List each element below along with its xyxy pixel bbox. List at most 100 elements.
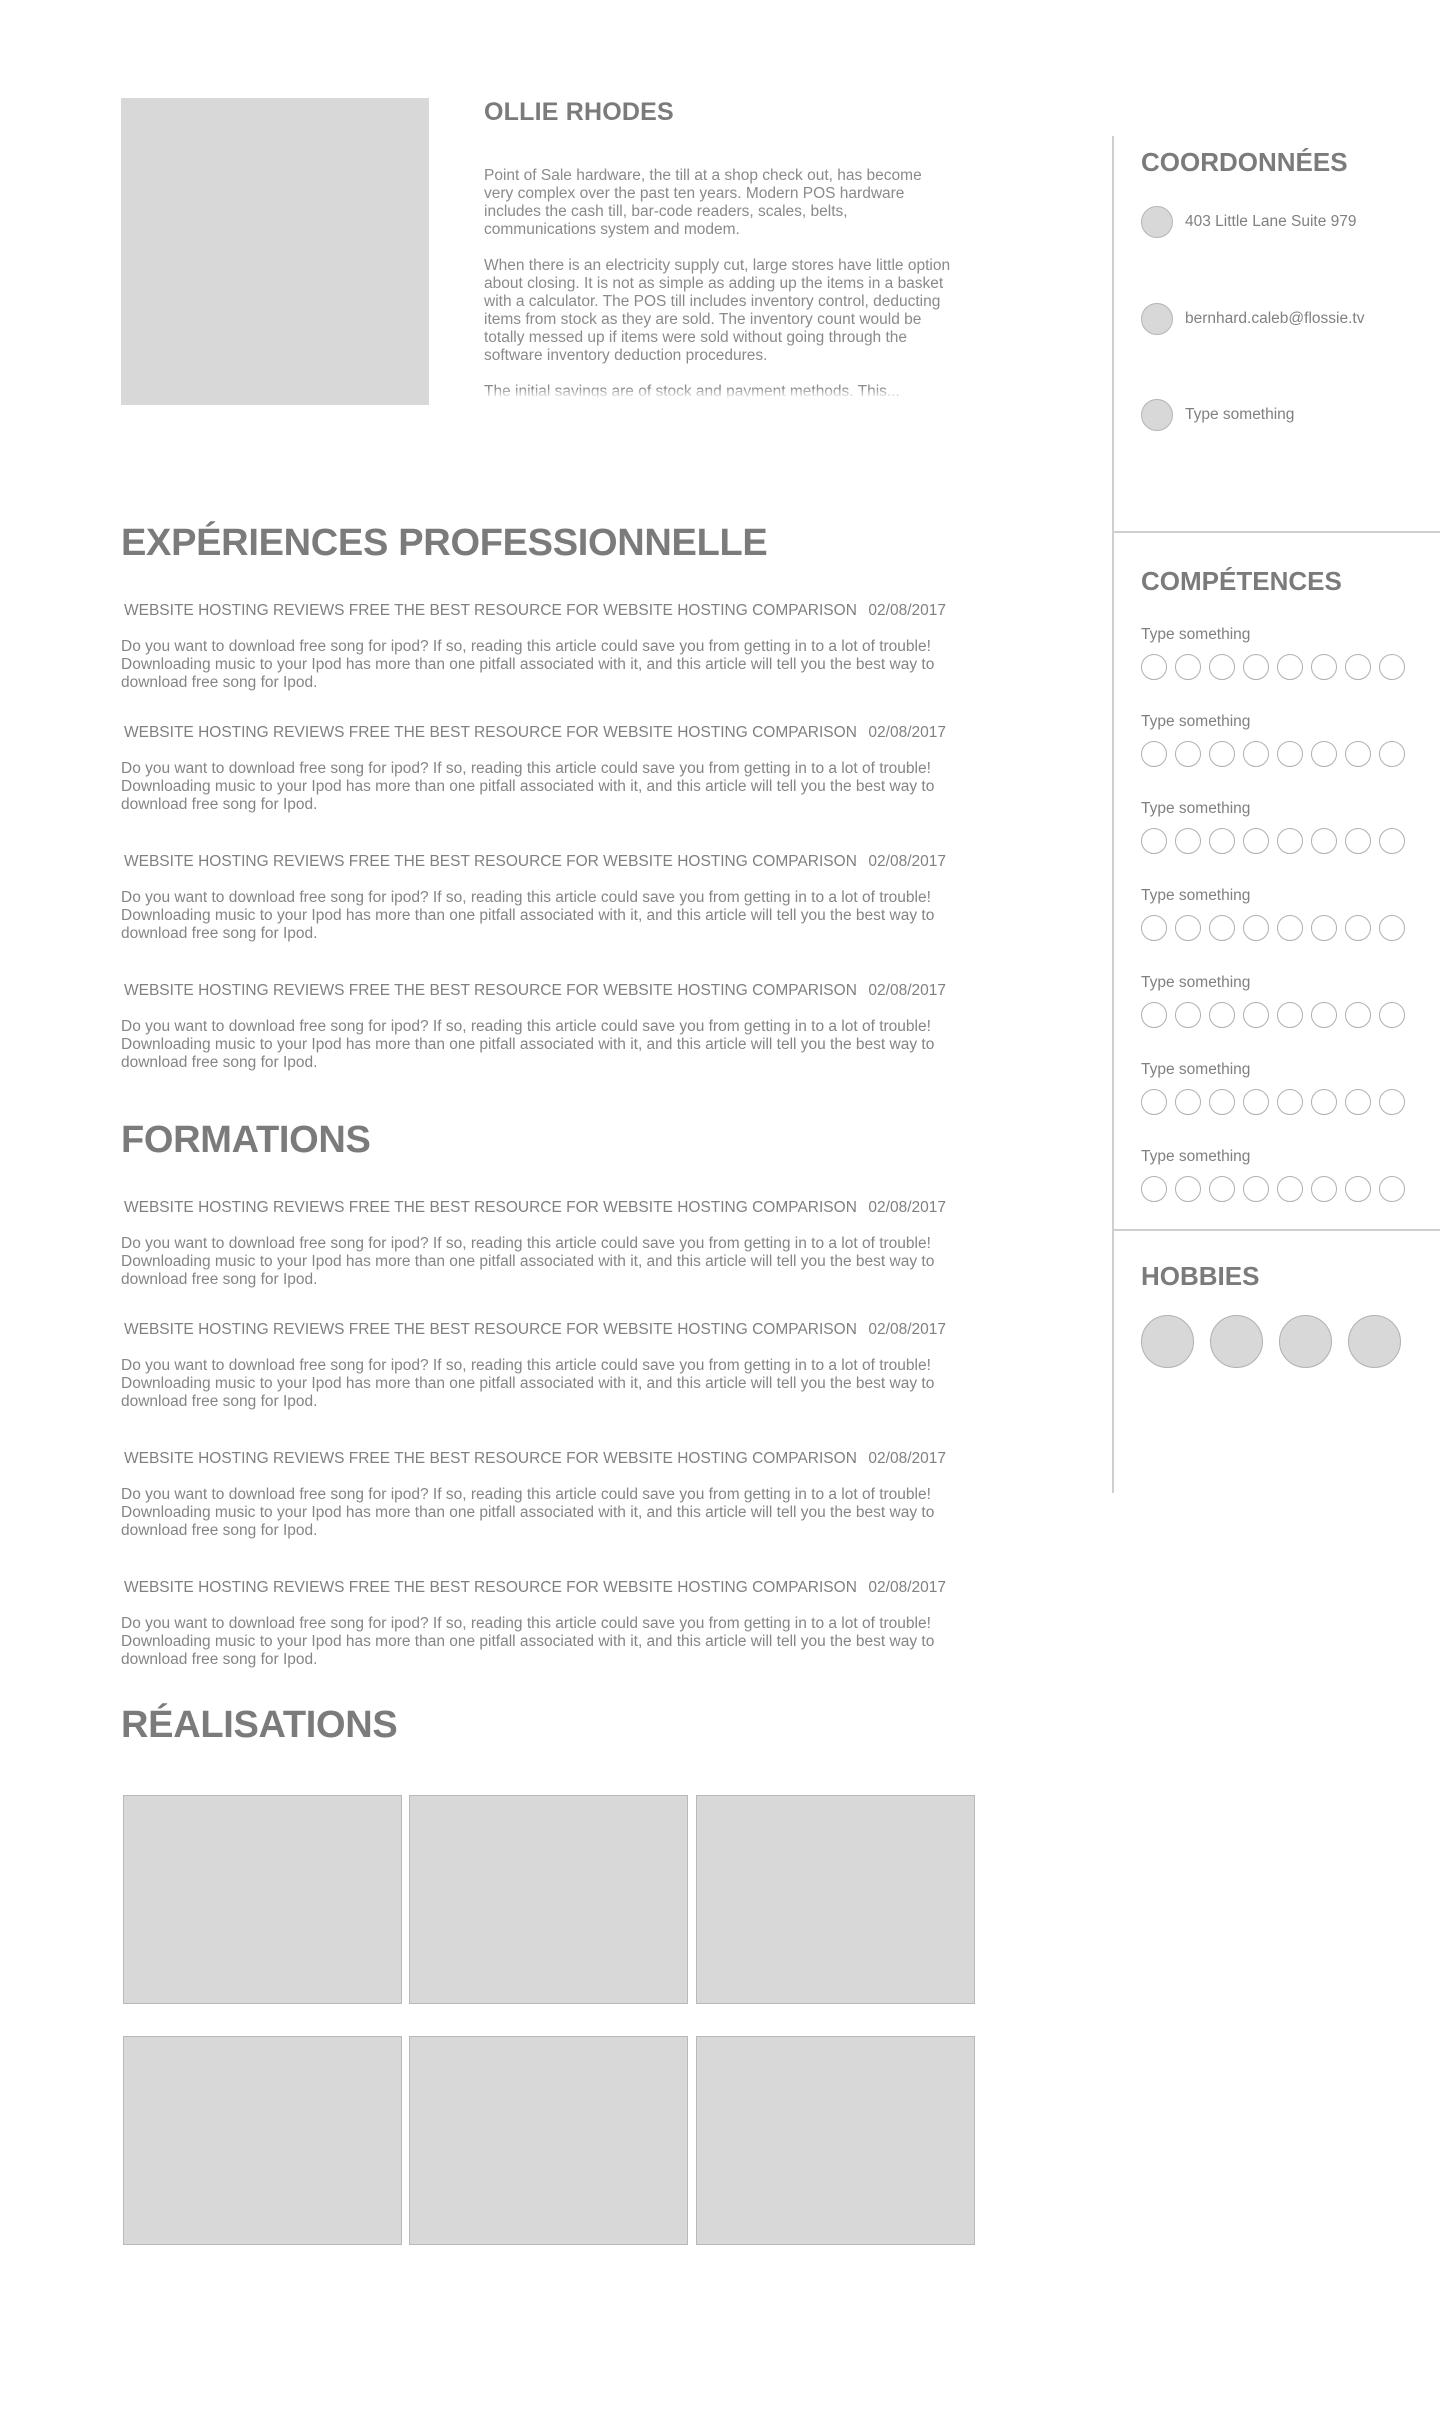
skill-level-dot[interactable] <box>1243 1002 1269 1028</box>
skill-level-dot[interactable] <box>1379 741 1405 767</box>
skill-level-dot[interactable] <box>1379 915 1405 941</box>
skill-level-dot[interactable] <box>1175 1002 1201 1028</box>
skill-level-dot[interactable] <box>1209 654 1235 680</box>
contact-title: COORDONNÉES <box>1141 147 1348 177</box>
skill-level-dot[interactable] <box>1209 1089 1235 1115</box>
skill-label: Type something <box>1141 974 1251 991</box>
skill-level-dot[interactable] <box>1379 828 1405 854</box>
skill-level-dot[interactable] <box>1175 1089 1201 1115</box>
skill-level-dot[interactable] <box>1243 915 1269 941</box>
profile-name: OLLIE RHODES <box>484 98 674 126</box>
skill-label: Type something <box>1141 626 1251 643</box>
skill-level-dot[interactable] <box>1243 741 1269 767</box>
skill-level-dot[interactable] <box>1141 654 1167 680</box>
hobby-icon[interactable] <box>1141 1315 1194 1368</box>
skill-level-dot[interactable] <box>1141 741 1167 767</box>
hobby-icon[interactable] <box>1210 1315 1263 1368</box>
entry-date: 02/08/2017 <box>868 1450 946 1467</box>
skill-level-dot[interactable] <box>1345 828 1371 854</box>
skill-level-dot[interactable] <box>1209 828 1235 854</box>
skill-level-dot[interactable] <box>1175 741 1201 767</box>
skill-level-dot[interactable] <box>1311 828 1337 854</box>
achievement-image[interactable] <box>123 1795 402 2004</box>
skill-level-dot[interactable] <box>1311 654 1337 680</box>
skill-level-dot[interactable] <box>1209 1002 1235 1028</box>
entry-date: 02/08/2017 <box>868 1321 946 1338</box>
summary-fade <box>484 389 954 403</box>
skill-level-dot[interactable] <box>1379 654 1405 680</box>
skill-level-dot[interactable] <box>1311 741 1337 767</box>
skill-level-dot[interactable] <box>1243 1089 1269 1115</box>
education-entry: WEBSITE HOSTING REVIEWS FREE THE BEST RE… <box>121 1450 971 1540</box>
hobbies-list <box>1141 1315 1401 1368</box>
skill-level-dot[interactable] <box>1345 1002 1371 1028</box>
skill-level-dot[interactable] <box>1277 1176 1303 1202</box>
skill-level-dot[interactable] <box>1175 915 1201 941</box>
skill-level-dot[interactable] <box>1379 1002 1405 1028</box>
skill-level-dot[interactable] <box>1311 1002 1337 1028</box>
skill-level-dot[interactable] <box>1209 1176 1235 1202</box>
skill-item: Type something <box>1141 800 1413 854</box>
skill-rating[interactable] <box>1141 915 1413 941</box>
skill-rating[interactable] <box>1141 1176 1413 1202</box>
skill-level-dot[interactable] <box>1311 915 1337 941</box>
skill-level-dot[interactable] <box>1277 1089 1303 1115</box>
skill-level-dot[interactable] <box>1243 654 1269 680</box>
skill-level-dot[interactable] <box>1141 915 1167 941</box>
skill-level-dot[interactable] <box>1277 741 1303 767</box>
skill-level-dot[interactable] <box>1379 1176 1405 1202</box>
skill-level-dot[interactable] <box>1209 915 1235 941</box>
profile-summary: Point of Sale hardware, the till at a sh… <box>484 167 954 403</box>
skill-level-dot[interactable] <box>1311 1089 1337 1115</box>
contact-icon <box>1141 399 1173 431</box>
skill-level-dot[interactable] <box>1243 828 1269 854</box>
achievement-image[interactable] <box>409 2036 688 2245</box>
skill-level-dot[interactable] <box>1243 1176 1269 1202</box>
skill-level-dot[interactable] <box>1175 828 1201 854</box>
skill-rating[interactable] <box>1141 828 1413 854</box>
skill-level-dot[interactable] <box>1277 1002 1303 1028</box>
skill-level-dot[interactable] <box>1277 915 1303 941</box>
skill-rating[interactable] <box>1141 654 1413 680</box>
entry-date: 02/08/2017 <box>868 602 946 619</box>
skill-level-dot[interactable] <box>1141 1089 1167 1115</box>
skill-level-dot[interactable] <box>1379 1089 1405 1115</box>
entry-body: Do you want to download free song for ip… <box>121 638 935 691</box>
skill-level-dot[interactable] <box>1141 1002 1167 1028</box>
skill-rating[interactable] <box>1141 741 1413 767</box>
education-entry: WEBSITE HOSTING REVIEWS FREE THE BEST RE… <box>121 1321 971 1411</box>
skill-level-dot[interactable] <box>1175 654 1201 680</box>
hobby-icon[interactable] <box>1348 1315 1401 1368</box>
skill-level-dot[interactable] <box>1345 654 1371 680</box>
skill-level-dot[interactable] <box>1141 828 1167 854</box>
skill-rating[interactable] <box>1141 1002 1413 1028</box>
skill-level-dot[interactable] <box>1345 1176 1371 1202</box>
skill-level-dot[interactable] <box>1345 1089 1371 1115</box>
hobby-icon[interactable] <box>1279 1315 1332 1368</box>
achievement-image[interactable] <box>123 2036 402 2245</box>
skill-level-dot[interactable] <box>1345 741 1371 767</box>
achievement-image[interactable] <box>696 2036 975 2245</box>
skill-rating[interactable] <box>1141 1089 1413 1115</box>
skill-level-dot[interactable] <box>1141 1176 1167 1202</box>
skill-item: Type something <box>1141 626 1413 680</box>
skill-level-dot[interactable] <box>1345 915 1371 941</box>
achievement-image[interactable] <box>696 1795 975 2004</box>
skill-item: Type something <box>1141 1061 1413 1115</box>
skill-level-dot[interactable] <box>1209 741 1235 767</box>
skill-level-dot[interactable] <box>1175 1176 1201 1202</box>
skill-level-dot[interactable] <box>1311 1176 1337 1202</box>
skill-level-dot[interactable] <box>1277 828 1303 854</box>
skill-label: Type something <box>1141 887 1251 904</box>
skill-level-dot[interactable] <box>1277 654 1303 680</box>
entry-body: Do you want to download free song for ip… <box>121 889 935 942</box>
education-entry: WEBSITE HOSTING REVIEWS FREE THE BEST RE… <box>121 1579 971 1669</box>
skill-label: Type something <box>1141 1148 1251 1165</box>
achievement-image[interactable] <box>409 1795 688 2004</box>
entry-date: 02/08/2017 <box>868 1199 946 1216</box>
entry-body: Do you want to download free song for ip… <box>121 1018 935 1071</box>
experience-entry: WEBSITE HOSTING REVIEWS FREE THE BEST RE… <box>121 853 971 943</box>
entry-heading: WEBSITE HOSTING REVIEWS FREE THE BEST RE… <box>124 1450 857 1467</box>
sidebar-rule <box>1112 1229 1440 1231</box>
experience-entry: WEBSITE HOSTING REVIEWS FREE THE BEST RE… <box>121 724 971 814</box>
